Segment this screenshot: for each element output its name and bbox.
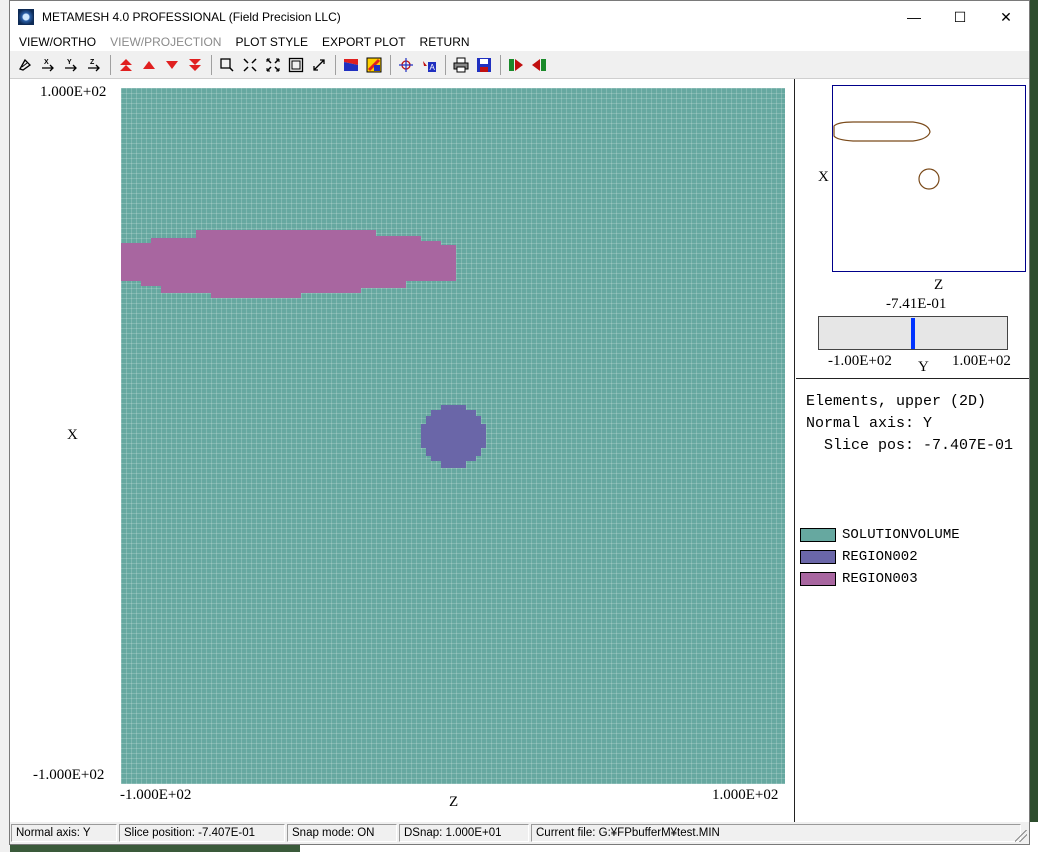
status-slice-position: Slice position: -7.407E-01 <box>119 824 285 842</box>
play-back-icon[interactable] <box>528 54 550 76</box>
color-regions-icon[interactable] <box>340 54 362 76</box>
legend-label: SOLUTIONVOLUME <box>842 527 960 543</box>
toolbar-separator <box>211 54 212 75</box>
status-normal-axis: Normal axis: Y <box>11 824 117 842</box>
menu-bar: VIEW/ORTHO VIEW/PROJECTION PLOT STYLE EX… <box>10 33 1029 51</box>
toolbar-separator <box>335 54 336 75</box>
menu-plot-style[interactable]: PLOT STYLE <box>228 35 314 49</box>
status-snap-mode: Snap mode: ON <box>287 824 397 842</box>
status-bar: Normal axis: Y Slice position: -7.407E-0… <box>10 822 1029 844</box>
region-info-icon[interactable]: A <box>418 54 440 76</box>
mesh-plot[interactable] <box>121 88 785 784</box>
toolbar-separator <box>390 54 391 75</box>
mini-overview[interactable] <box>832 85 1026 272</box>
zoom-out-icon[interactable] <box>262 54 284 76</box>
svg-text:Z: Z <box>90 59 95 66</box>
info-mode: Elements, upper (2D) <box>806 393 987 410</box>
menu-export-plot[interactable]: EXPORT PLOT <box>315 35 413 49</box>
app-logo-icon[interactable] <box>18 9 34 25</box>
z-max-label: 1.000E+02 <box>712 787 779 803</box>
mini-x-axis-label: X <box>818 169 829 185</box>
x-min-label: -1.000E+02 <box>33 767 105 783</box>
slice-bottom-icon[interactable] <box>184 54 206 76</box>
toolbar-separator <box>445 54 446 75</box>
mini-region003-outline <box>833 121 931 142</box>
legend-item: SOLUTIONVOLUME <box>800 527 960 543</box>
legend-label: REGION003 <box>842 571 918 587</box>
save-icon[interactable] <box>473 54 495 76</box>
region002-shape <box>421 405 486 468</box>
legend-swatch <box>800 528 836 542</box>
slider-max-label: 1.00E+02 <box>952 353 1011 369</box>
x-axis-label: X <box>67 427 78 443</box>
menu-view-ortho[interactable]: VIEW/ORTHO <box>12 35 103 49</box>
slider-axis-label: Y <box>918 359 929 375</box>
legend-label: REGION002 <box>842 549 918 565</box>
maximize-button[interactable]: ☐ <box>937 1 983 33</box>
svg-text:X: X <box>44 59 49 66</box>
menu-return[interactable]: RETURN <box>413 35 477 49</box>
z-min-label: -1.000E+02 <box>120 787 192 803</box>
slice-up-icon[interactable] <box>138 54 160 76</box>
side-divider <box>796 378 1029 379</box>
menu-view-projection[interactable]: VIEW/PROJECTION <box>103 35 228 49</box>
toolbar-separator <box>500 54 501 75</box>
info-slice-pos: Slice pos: -7.407E-01 <box>806 437 1014 454</box>
title-bar[interactable]: METAMESH 4.0 PROFESSIONAL (Field Precisi… <box>10 1 1029 33</box>
slice-down-icon[interactable] <box>161 54 183 76</box>
legend-item: REGION002 <box>800 549 918 565</box>
legend-item: REGION003 <box>800 571 918 587</box>
slider-value: -7.41E-01 <box>886 296 947 312</box>
x-max-label: 1.000E+02 <box>40 84 107 100</box>
crosshair-icon[interactable] <box>395 54 417 76</box>
play-forward-icon[interactable] <box>505 54 527 76</box>
toolbar-separator <box>110 54 111 75</box>
status-current-file: Current file: G:¥FPbufferM¥test.MIN <box>531 824 1021 842</box>
zoom-window-icon[interactable] <box>216 54 238 76</box>
slider-thumb[interactable] <box>911 318 915 349</box>
svg-text:Y: Y <box>67 59 72 66</box>
slider-min-label: -1.00E+02 <box>828 353 892 369</box>
mini-region002-outline <box>918 168 940 190</box>
close-button[interactable]: ✕ <box>983 1 1029 33</box>
minimize-button[interactable]: — <box>891 1 937 33</box>
main-area: 1.000E+02 X -1.000E+02 -1.000E+02 Z 1.00… <box>10 79 1029 822</box>
zoom-fit-icon[interactable] <box>285 54 307 76</box>
svg-text:A: A <box>430 63 436 72</box>
print-icon[interactable] <box>450 54 472 76</box>
slice-top-icon[interactable] <box>115 54 137 76</box>
info-normal-axis: Normal axis: Y <box>806 415 933 432</box>
legend-swatch <box>800 550 836 564</box>
mini-z-axis-label: Z <box>934 277 944 293</box>
mesh-regions <box>121 230 486 468</box>
side-panel: X Z -7.41E-01 -1.00E+02 1.00E+02 Y Eleme… <box>796 79 1029 822</box>
status-dsnap: DSnap: 1.000E+01 <box>399 824 529 842</box>
mini-outlines <box>833 121 940 190</box>
zoom-in-icon[interactable] <box>239 54 261 76</box>
x-axis-icon[interactable]: X <box>37 54 59 76</box>
z-axis-icon[interactable]: Z <box>83 54 105 76</box>
app-window: METAMESH 4.0 PROFESSIONAL (Field Precisi… <box>9 0 1030 845</box>
toolbar: X Y Z A <box>10 51 1029 79</box>
pan-icon[interactable] <box>308 54 330 76</box>
window-controls: — ☐ ✕ <box>891 1 1029 33</box>
slice-slider[interactable] <box>818 316 1008 350</box>
y-axis-icon[interactable]: Y <box>60 54 82 76</box>
color-fill-icon[interactable] <box>363 54 385 76</box>
resize-grip[interactable] <box>1015 830 1027 842</box>
window-title: METAMESH 4.0 PROFESSIONAL (Field Precisi… <box>42 10 341 24</box>
rotate-view-icon[interactable] <box>14 54 36 76</box>
plot-area[interactable]: 1.000E+02 X -1.000E+02 -1.000E+02 Z 1.00… <box>10 79 795 822</box>
z-axis-label: Z <box>449 794 459 810</box>
legend-swatch <box>800 572 836 586</box>
region003-shape <box>121 230 456 298</box>
